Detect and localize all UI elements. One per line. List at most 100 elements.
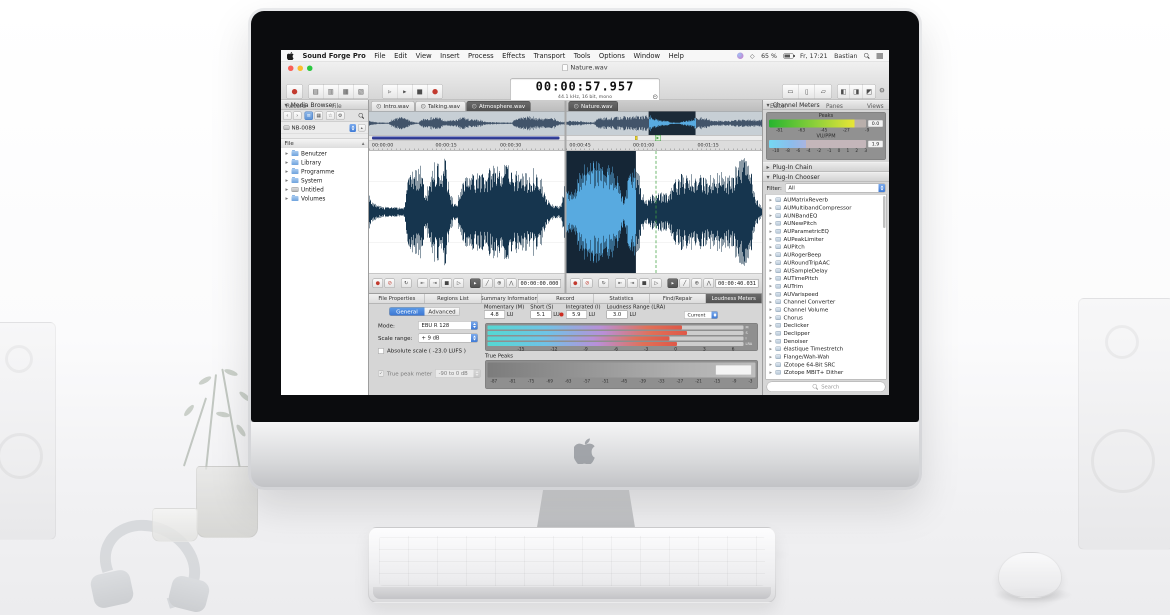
record-button[interactable]: ● [287,85,303,99]
record-transport-button[interactable]: ● [428,85,443,99]
plugin-item[interactable]: ▶ élastique Timestretch [766,345,886,353]
go-to-start-button[interactable]: ⇤ [418,279,429,289]
tab-nature-wav[interactable]: Nature.wav [569,101,619,111]
green-marker-flag[interactable] [655,135,661,141]
plugin-item[interactable]: ▶ Flange/Wah-Wah [766,353,886,361]
position-marker[interactable] [635,136,638,140]
scrollbar-thumb[interactable] [883,196,886,228]
export-file-button[interactable]: ▧ [354,85,369,99]
disclosure-triangle-icon[interactable]: ▶ [770,316,774,320]
menu-item[interactable]: Transport [534,52,566,60]
disclosure-triangle-icon[interactable]: ▶ [770,206,774,210]
disclosure-triangle-icon[interactable]: ▶ [770,237,774,241]
disclosure-triangle-icon[interactable]: ▶ [770,198,774,202]
tab-atmosphere-wav[interactable]: Atmosphere.wav [466,101,530,111]
absolute-scale-checkbox[interactable] [378,348,384,354]
disclosure-triangle-icon[interactable]: ▶ [286,179,290,183]
plugin-item[interactable]: ▶ iZotope 64-Bit SRC [766,361,886,369]
editor-view-button-3[interactable]: ▱ [815,85,831,99]
plugin-search-field[interactable]: Search [767,382,886,393]
menu-item[interactable]: Options [599,52,625,60]
dropdown-stepper[interactable] [471,322,478,330]
menu-user[interactable]: Bastian [834,52,857,60]
dropdown-stepper[interactable] [712,312,718,319]
search-icon[interactable] [359,113,365,119]
tree-item[interactable]: ▶ Library [281,158,368,167]
tab-record[interactable]: Record [537,294,593,303]
plugin-item[interactable]: ▶ Channel Volume [766,306,886,314]
disclosure-triangle-icon[interactable]: ▶ [770,363,774,367]
play-button[interactable]: ▷ [651,279,662,289]
stop-button[interactable]: ■ [639,279,650,289]
disclosure-triangle-icon[interactable]: ▶ [286,197,290,201]
chevron-right-icon[interactable]: ▶ [767,165,770,170]
chevron-down-icon[interactable]: ▼ [767,175,770,180]
general-button[interactable]: General [390,308,425,316]
eject-button[interactable]: ▴ [358,124,366,132]
pane-layout-button-3[interactable]: ◩ [863,85,876,99]
menu-item[interactable]: Help [669,52,684,60]
disclosure-triangle-icon[interactable]: ▶ [770,245,774,249]
time-ruler[interactable]: 00:00:0000:00:1500:00:30 [369,141,565,151]
dropdown-stepper[interactable] [879,184,886,192]
pencil-tool-button[interactable]: ╱ [482,279,493,289]
cursor-line[interactable] [656,151,657,273]
stop-button[interactable]: ■ [442,279,453,289]
plugin-item[interactable]: ▶ Channel Converter [766,298,886,306]
current-dropdown[interactable]: Current [684,311,718,319]
menu-clock[interactable]: Fr, 17:21 [800,52,828,60]
tree-item[interactable]: ▶ Volumes [281,194,368,203]
disclosure-triangle-icon[interactable]: ▶ [770,370,774,374]
editor-view-button-2[interactable]: ▯ [799,85,815,99]
disclosure-triangle-icon[interactable]: ▶ [286,188,290,192]
true-peak-range-dropdown[interactable]: -90 to 0 dB [435,369,480,378]
scale-range-dropdown[interactable]: + 9 dB [418,334,478,343]
apple-menu-icon[interactable] [287,52,294,60]
menu-item[interactable]: Window [633,52,660,60]
edit-tool-button[interactable]: ▸ [668,279,679,289]
plugin-item[interactable]: ▶ Denoiser [766,337,886,345]
envelope-tool-button[interactable]: ⋀ [704,279,715,289]
waveform-overview[interactable] [369,112,565,136]
menu-item[interactable]: Process [468,52,494,60]
plugin-item[interactable]: ▶ AURoundTripAAC [766,259,886,267]
disclosure-triangle-icon[interactable]: ▶ [770,221,774,225]
plugin-item[interactable]: ▶ AURogerBeep [766,251,886,259]
device-dropdown-stepper[interactable] [350,124,357,132]
tree-item[interactable]: ▶ Benutzer [281,149,368,158]
waveform-view[interactable] [567,151,763,273]
tab-intro-wav[interactable]: Intro.wav [371,101,415,111]
play-button[interactable]: ▷ [454,279,465,289]
dropdown-stepper[interactable] [471,334,478,342]
record-button[interactable]: ● [373,279,384,289]
go-to-end-button[interactable]: ⇥ [430,279,441,289]
plugin-item[interactable]: ▶ AUMatrixReverb [766,196,886,204]
back-button[interactable]: ‹ [283,112,292,121]
disclosure-triangle-icon[interactable]: ▶ [286,152,290,156]
plugin-item[interactable]: ▶ Declipper [766,329,886,337]
envelope-tool-button[interactable]: ⋀ [506,279,517,289]
file-column-header[interactable]: File ▴ [281,139,368,148]
plugin-item[interactable]: ▶ AUNewPitch [766,220,886,228]
plugin-item[interactable]: ▶ AUMultibandCompressor [766,204,886,212]
favorites-button[interactable]: ☆ [326,112,335,121]
disclosure-triangle-icon[interactable]: ▶ [770,308,774,312]
tab-talking-wav[interactable]: Talking.wav [416,101,466,111]
disclosure-triangle-icon[interactable]: ▶ [770,323,774,327]
waveform-view[interactable] [369,151,565,273]
plugin-item[interactable]: ▶ AUVarispeed [766,290,886,298]
open-file-button[interactable]: ▥ [324,85,339,99]
pane-layout-button-1[interactable]: ◧ [838,85,851,99]
pencil-tool-button[interactable]: ╱ [680,279,691,289]
tab-loudness-meters[interactable]: Loudness Meters [706,294,762,303]
record-disable-button[interactable]: ⊘ [385,279,396,289]
plugin-item[interactable]: ▶ AUParametricEQ [766,227,886,235]
list-view-button[interactable]: ≡ [305,112,314,121]
tree-item[interactable]: ▶ Untitled [281,185,368,194]
plugin-item[interactable]: ▶ AUPitch [766,243,886,251]
plugin-item[interactable]: ▶ AUTimePitch [766,274,886,282]
disclosure-triangle-icon[interactable]: ▶ [286,170,290,174]
new-file-button[interactable]: ▤ [309,85,324,99]
tab-regions-list[interactable]: Regions List [425,294,481,303]
disclosure-triangle-icon[interactable]: ▶ [770,261,774,265]
